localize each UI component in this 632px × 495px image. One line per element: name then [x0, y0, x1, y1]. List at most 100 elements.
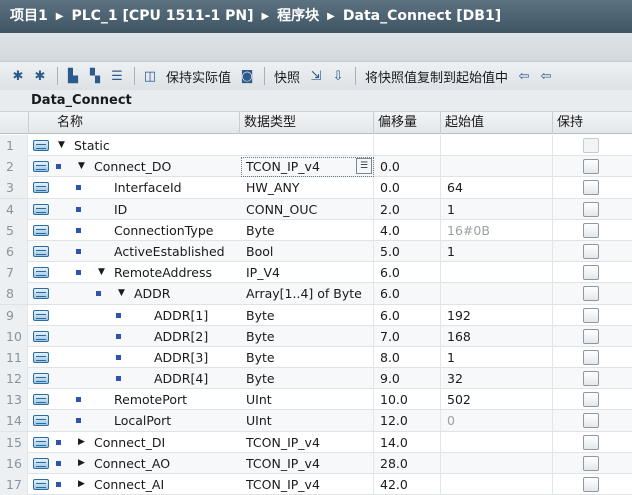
expand-triangle-icon[interactable]: ▶ — [78, 453, 85, 474]
retain-checkbox[interactable] — [583, 265, 599, 281]
snapshot-icon[interactable]: ◙ — [237, 66, 257, 86]
data-type-cell[interactable]: TCON_IP_v4 — [240, 156, 374, 178]
variable-name[interactable]: Connect_DI — [94, 432, 165, 453]
table-row[interactable]: 12 ADDR[4] Byte 9.0 32 — [0, 368, 632, 390]
header-start-value[interactable]: 起始值 — [441, 112, 553, 134]
variable-name[interactable]: Connect_DO — [94, 156, 171, 177]
variable-name[interactable]: ADDR[3] — [154, 347, 208, 368]
start-value-cell[interactable] — [441, 135, 553, 156]
data-type-cell[interactable]: UInt — [240, 410, 374, 432]
expand-all-icon[interactable]: ▙ — [63, 66, 83, 86]
retain-checkbox[interactable] — [583, 328, 599, 344]
breadcrumb-item[interactable]: 程序块 — [277, 8, 319, 24]
header-name[interactable]: 名称 — [29, 112, 240, 134]
variable-name[interactable]: ConnectionType — [114, 220, 213, 241]
start-value-cell[interactable]: 1 — [441, 198, 553, 220]
header-retain[interactable]: 保持 — [553, 112, 632, 134]
snapshot-button[interactable]: 快照 — [274, 67, 300, 86]
data-type-cell[interactable]: Byte — [240, 346, 374, 368]
data-type-cell[interactable]: UInt — [240, 389, 374, 411]
data-type-cell[interactable]: HW_ANY — [240, 177, 374, 199]
variable-name[interactable]: Connect_AI — [94, 474, 164, 495]
expand-triangle-icon[interactable]: ▶ — [78, 474, 85, 495]
retain-checkbox[interactable] — [583, 455, 599, 471]
variable-name[interactable]: ActiveEstablished — [114, 241, 225, 262]
variable-name[interactable]: ID — [114, 199, 127, 220]
add-row-icon[interactable]: ✱ — [30, 66, 50, 86]
start-value-cell[interactable] — [441, 156, 553, 178]
table-row[interactable]: 13 RemotePort UInt 10.0 502 — [0, 389, 632, 411]
table-row[interactable]: 7 ▼ RemoteAddress IP_V4 6.0 — [0, 262, 632, 284]
start-value-cell[interactable] — [441, 431, 553, 453]
retain-checkbox[interactable] — [583, 413, 599, 429]
data-type-cell[interactable]: Array[1..4] of Byte — [240, 283, 374, 305]
collapse-triangle-icon[interactable]: ▼ — [118, 283, 125, 304]
table-row[interactable]: 17 ▶ Connect_AI TCON_IP_v4 42.0 — [0, 474, 632, 495]
start-value-cell[interactable] — [441, 474, 553, 495]
retain-checkbox[interactable] — [583, 286, 599, 302]
data-type-cell[interactable]: Byte — [240, 219, 374, 241]
table-row[interactable]: 14 LocalPort UInt 12.0 0 — [0, 410, 632, 432]
variable-name[interactable]: Connect_AO — [94, 453, 170, 474]
keep-actual-values-button[interactable]: 保持实际值 — [166, 67, 231, 86]
retain-checkbox[interactable] — [583, 477, 599, 492]
retain-checkbox[interactable] — [583, 201, 599, 217]
retain-checkbox[interactable] — [583, 434, 599, 450]
variable-name[interactable]: ADDR[1] — [154, 305, 208, 326]
list-view-icon[interactable]: ☰ — [107, 66, 127, 86]
table-row[interactable]: 1 ▼ Static — [0, 135, 632, 157]
start-value-cell[interactable]: 64 — [441, 177, 553, 199]
variable-name[interactable]: RemotePort — [114, 389, 187, 410]
start-value-cell[interactable]: 1 — [441, 240, 553, 262]
data-type-cell[interactable]: Byte — [240, 304, 374, 326]
start-value-cell[interactable]: 168 — [441, 325, 553, 347]
variable-name[interactable]: ADDR[2] — [154, 326, 208, 347]
start-value-cell[interactable] — [441, 262, 553, 284]
collapse-triangle-icon[interactable]: ▼ — [58, 135, 65, 156]
retain-checkbox[interactable] — [583, 243, 599, 259]
breadcrumb-item[interactable]: Data_Connect [DB1] — [343, 8, 501, 24]
breadcrumb-item[interactable]: 项目1 — [10, 8, 48, 24]
retain-checkbox[interactable] — [583, 371, 599, 387]
table-row[interactable]: 10 ADDR[2] Byte 7.0 168 — [0, 325, 632, 347]
start-value-cell[interactable] — [441, 452, 553, 474]
table-row[interactable]: 2 ▼ Connect_DO TCON_IP_v4 ☰ 0.0 — [0, 156, 632, 178]
reset-start-icon[interactable]: ⇦ — [514, 66, 534, 86]
data-type-cell[interactable]: Byte — [240, 368, 374, 390]
retain-checkbox[interactable] — [583, 307, 599, 323]
copy-snapshot-icon[interactable]: ⇲ — [306, 66, 326, 86]
collapse-all-icon[interactable]: ▚ — [85, 66, 105, 86]
data-type-dropdown-icon[interactable]: ☰ — [356, 158, 372, 175]
start-value-cell[interactable]: 32 — [441, 368, 553, 390]
table-row[interactable]: 9 ADDR[1] Byte 6.0 192 — [0, 304, 632, 326]
retain-checkbox[interactable] — [583, 180, 599, 196]
table-row[interactable]: 8 ▼ ADDR Array[1..4] of Byte 6.0 — [0, 283, 632, 305]
data-type-cell[interactable]: IP_V4 — [240, 262, 374, 284]
copy-snapshot-to-start-button[interactable]: 将快照值复制到起始值中 — [365, 67, 508, 86]
start-value-cell[interactable]: 502 — [441, 389, 553, 411]
table-row[interactable]: 3 InterfaceId HW_ANY 0.0 64 — [0, 177, 632, 199]
start-value-cell[interactable]: 192 — [441, 304, 553, 326]
start-value-cell[interactable]: 1 — [441, 346, 553, 368]
breadcrumb-item[interactable]: PLC_1 [CPU 1511-1 PN] — [71, 8, 253, 24]
retain-checkbox[interactable] — [583, 159, 599, 175]
data-type-cell[interactable]: Bool — [240, 240, 374, 262]
variable-name[interactable]: ADDR[4] — [154, 368, 208, 389]
variable-name[interactable]: LocalPort — [114, 410, 171, 431]
header-datatype[interactable]: 数据类型 — [240, 112, 374, 134]
retain-checkbox[interactable] — [583, 349, 599, 365]
data-type-cell[interactable]: CONN_OUC — [240, 198, 374, 220]
table-row[interactable]: 16 ▶ Connect_AO TCON_IP_v4 28.0 — [0, 452, 632, 474]
start-value-cell[interactable]: 16#0B — [441, 219, 553, 241]
collapse-triangle-icon[interactable]: ▼ — [98, 262, 105, 283]
table-row[interactable]: 6 ActiveEstablished Bool 5.0 1 — [0, 240, 632, 263]
expand-triangle-icon[interactable]: ▶ — [78, 432, 85, 453]
data-type-cell[interactable]: TCON_IP_v4 — [240, 452, 374, 474]
data-type-cell[interactable]: TCON_IP_v4 — [240, 474, 374, 495]
data-type-cell[interactable] — [240, 135, 374, 156]
insert-row-icon[interactable]: ✱ — [8, 66, 28, 86]
header-offset[interactable]: 偏移量 — [374, 112, 441, 134]
data-type-cell[interactable]: Byte — [240, 325, 374, 347]
retain-checkbox[interactable] — [583, 222, 599, 238]
data-type-cell[interactable]: TCON_IP_v4 — [240, 431, 374, 453]
